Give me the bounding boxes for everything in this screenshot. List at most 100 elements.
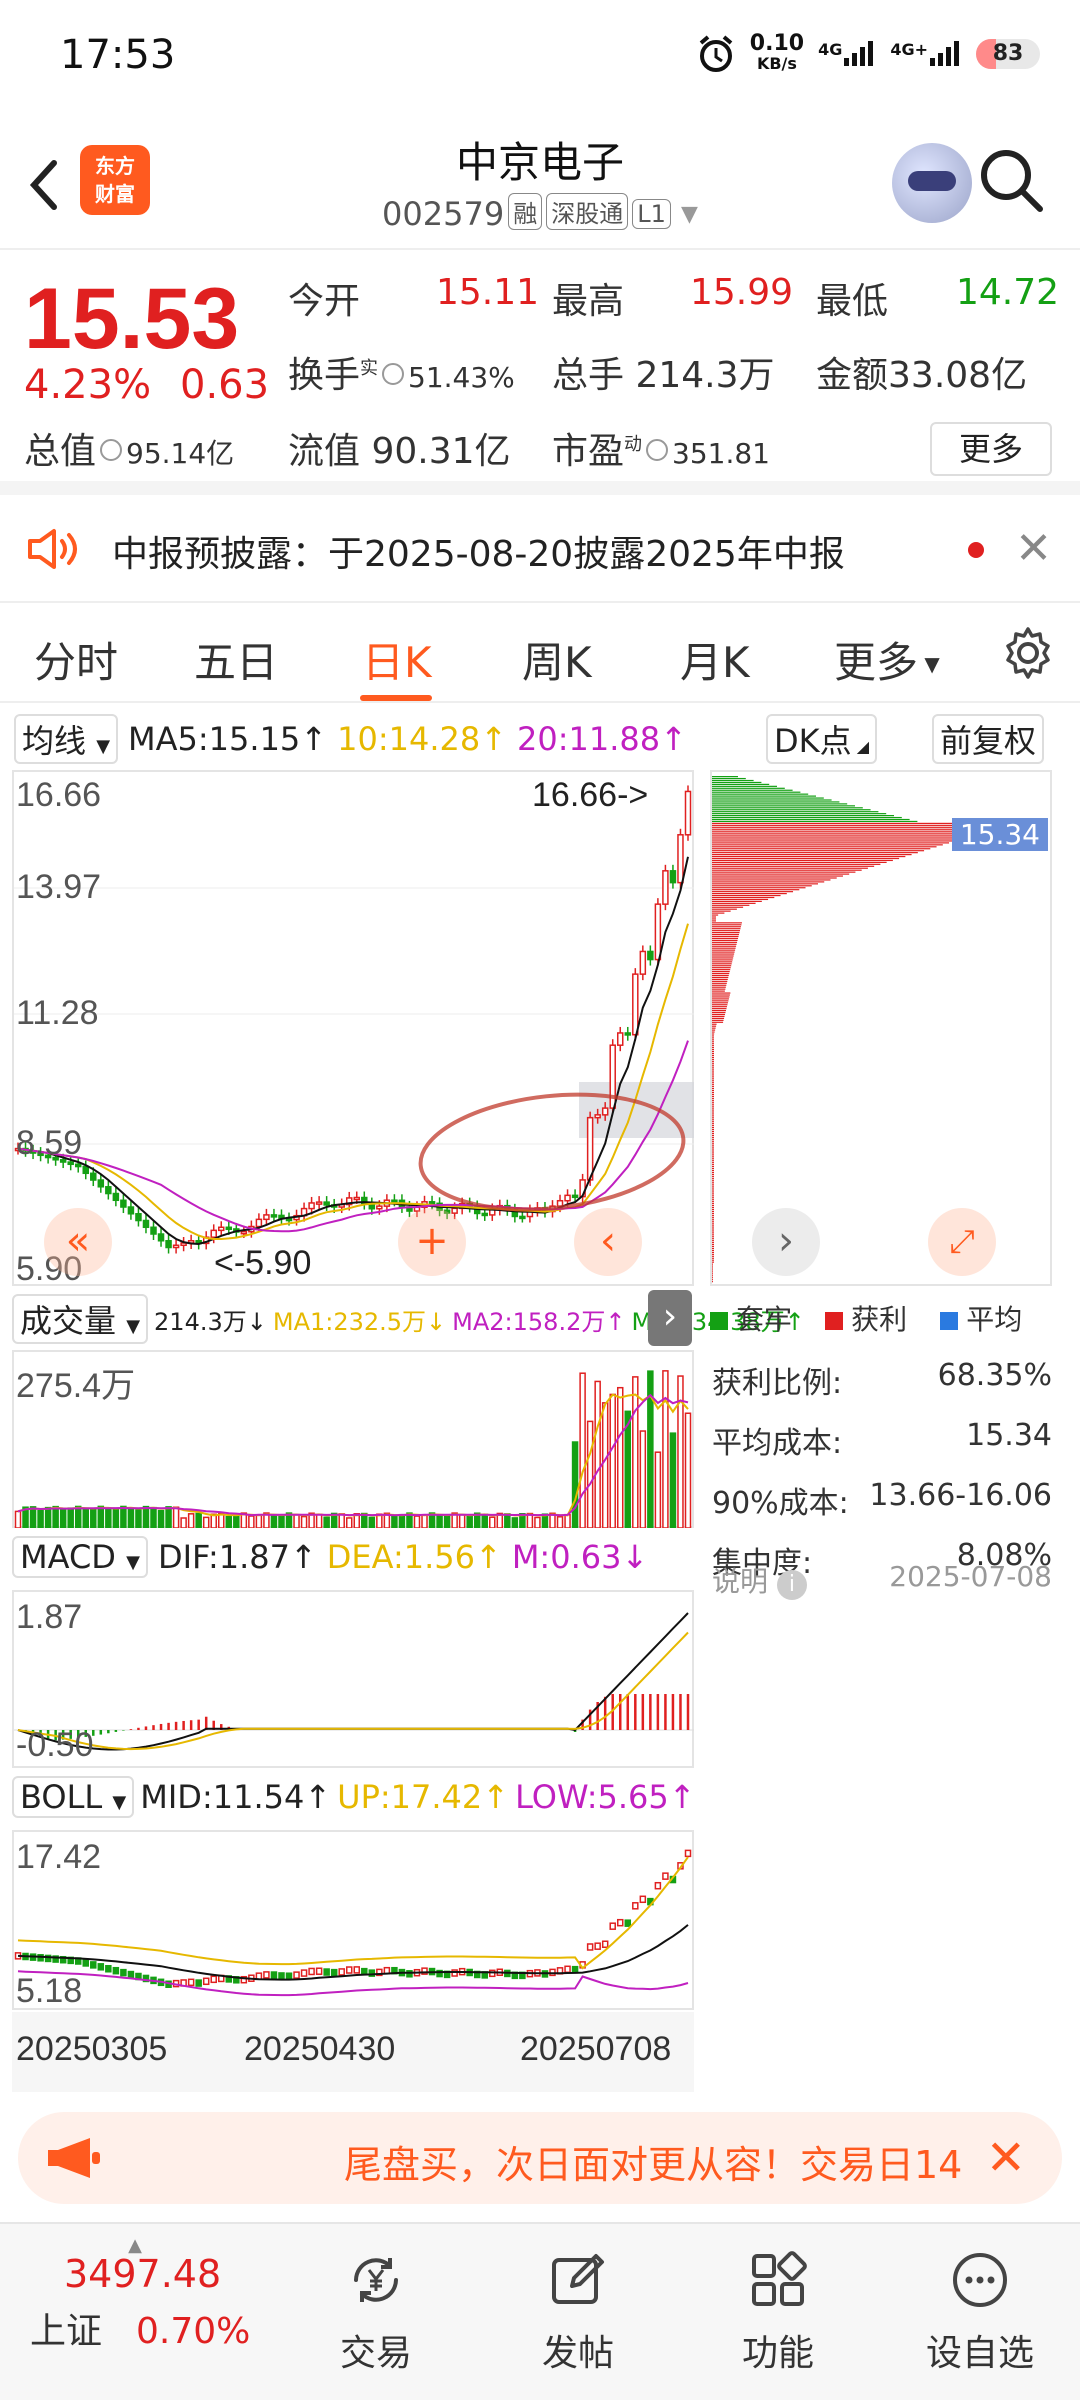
tab-five-day[interactable]: 五日 (194, 629, 278, 690)
boll-candle (263, 1971, 270, 1979)
chip-bar (712, 1099, 714, 1101)
volume-bar (37, 1509, 44, 1528)
legend-trapped: 套牢 (710, 1303, 792, 1336)
search-icon[interactable] (976, 145, 1046, 215)
chip-bar (712, 1050, 714, 1053)
chip-bar (712, 980, 728, 982)
candle (571, 1194, 579, 1199)
nav-add-watchlist[interactable]: 设自选 (910, 2250, 1050, 2376)
expand-panel-arrow-icon[interactable]: › (648, 1290, 692, 1346)
dk-button[interactable]: DK点 ◢ (766, 714, 878, 764)
chip-bar (712, 1255, 714, 1257)
chip-legend: 套牢 获利 平均 (710, 1298, 1070, 1338)
adjust-button[interactable]: 前复权 (932, 714, 1045, 764)
chip-bar (712, 1078, 714, 1080)
volume-bar (195, 1512, 202, 1528)
boll-selector[interactable]: BOLL ▼ (12, 1776, 135, 1818)
tab-daily-k[interactable]: 日K (362, 629, 432, 690)
pe-value: 351.81 (672, 437, 770, 470)
notice-bar[interactable]: 中报预披露：于2025-08-20披露2025年中报 ✕ (0, 495, 1080, 603)
info-icon[interactable] (646, 439, 669, 461)
close-icon[interactable]: ✕ (1015, 527, 1052, 571)
volume-bar (270, 1514, 278, 1528)
chip-bar (712, 947, 736, 949)
tab-intraday[interactable]: 分时 (34, 629, 118, 690)
chip-bar (712, 945, 737, 947)
chip-bar (712, 904, 750, 906)
candle (120, 1199, 127, 1208)
add-indicator-button[interactable]: + (398, 1208, 466, 1276)
chip-bar (712, 1084, 714, 1086)
ma10-value: 10:14.28↑ (337, 720, 508, 758)
scroll-left-button[interactable]: ‹ (574, 1208, 642, 1276)
volume-bar (594, 1380, 601, 1528)
chip-bar (712, 1004, 728, 1006)
status-icons: 0.10 KB/s 4G 4G+ 83 (696, 33, 1040, 74)
chip-bar (712, 1238, 714, 1240)
volume-label: 总手 214.3万 (552, 355, 775, 396)
chip-bar (712, 910, 731, 912)
next-button[interactable]: › (752, 1208, 820, 1276)
chip-bar (712, 986, 726, 988)
macd-chart[interactable]: 1.87 -0.50 (12, 1590, 694, 1768)
volume-bar (172, 1506, 180, 1528)
candle (240, 1230, 248, 1235)
ma-selector[interactable]: 均线 ▼ (14, 714, 119, 764)
volume-bar (150, 1506, 157, 1528)
notice-text: 中报预披露：于2025-08-20披露2025年中报 (112, 534, 845, 575)
dropdown-triangle-icon[interactable]: ▼ (681, 202, 698, 227)
tab-more[interactable]: 更多 ▼ (834, 629, 940, 690)
chip-bar (712, 1245, 714, 1248)
volume-bar (662, 1370, 669, 1528)
ma10-line (17, 923, 689, 1240)
expand-icon[interactable]: ⤢ (928, 1208, 996, 1276)
volume-bar (29, 1506, 37, 1528)
chip-bar (712, 797, 824, 799)
info-icon[interactable] (100, 439, 123, 461)
volume-bar (52, 1505, 59, 1528)
macd-selector[interactable]: MACD ▼ (12, 1536, 148, 1578)
more-button[interactable]: 更多 (930, 422, 1052, 476)
kline-chart[interactable]: 16.66 13.97 11.28 8.59 5.90 16.66-> <-5.… (12, 770, 694, 1288)
tab-monthly-k[interactable]: 月K (680, 629, 750, 690)
info-icon[interactable] (382, 363, 405, 385)
chip-bar (712, 932, 740, 934)
chip-bar (712, 807, 863, 809)
nav-post[interactable]: 发帖 (508, 2250, 648, 2376)
zoom-out-button[interactable]: « (44, 1208, 112, 1276)
chip-distribution-chart[interactable]: 15.34 › ⤢ (710, 770, 1052, 1286)
chip-bar (712, 1101, 714, 1103)
change-amount: 0.63 (180, 362, 270, 408)
settings-gear-icon[interactable] (1000, 625, 1056, 681)
chip-bar (712, 1183, 714, 1185)
candle (74, 1163, 82, 1168)
volume-selector[interactable]: 成交量 ▼ (12, 1294, 149, 1344)
boll-candle (105, 1965, 112, 1973)
candle (632, 973, 639, 1036)
close-icon[interactable]: ✕ (986, 2130, 1026, 2186)
assistant-robot-icon[interactable] (892, 143, 972, 223)
chip-bar (712, 875, 843, 877)
tab-weekly-k[interactable]: 周K (522, 629, 592, 690)
volume-chart[interactable]: 275.4万 (12, 1350, 694, 1528)
note-link[interactable]: 说明 i (712, 1560, 807, 1600)
chip-bar (712, 920, 716, 922)
volume-bar (315, 1513, 323, 1528)
boll-chart[interactable]: 17.42 5.18 (12, 1830, 694, 2010)
nav-functions[interactable]: 功能 (708, 2250, 848, 2376)
high-label: 最高 (552, 281, 625, 322)
chip-bar (712, 842, 950, 844)
nav-trade[interactable]: 交易 (306, 2250, 446, 2376)
chip-bar (712, 1023, 717, 1025)
chip-bar (712, 937, 739, 940)
volume-bar (586, 1420, 594, 1528)
chip-bar (712, 957, 734, 959)
chip-bar (712, 813, 887, 815)
index-ticker[interactable]: ▲ 3497.48 上证 0.70% (30, 2237, 250, 2354)
promo-banner[interactable]: 尾盘买，次日面对更从容！交易日14 ✕ (18, 2112, 1062, 2204)
chip-bar (712, 777, 746, 780)
chip-bar (712, 1189, 714, 1191)
chip-bar (712, 1152, 714, 1154)
chip-bar (712, 1265, 713, 1267)
chip-bar (712, 1037, 714, 1039)
